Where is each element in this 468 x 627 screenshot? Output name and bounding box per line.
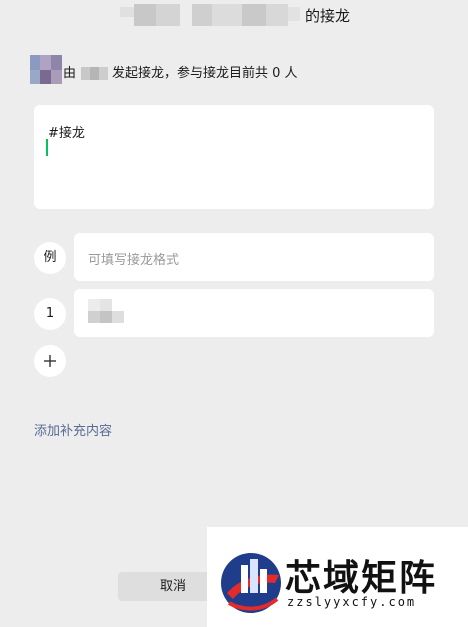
topic-editor[interactable]: #接龙 [34, 105, 434, 209]
blurred-entry-name [88, 299, 128, 329]
avatar-mosaic [30, 55, 62, 84]
entry-number-badge: 1 [34, 298, 66, 330]
add-entry-button[interactable] [34, 345, 66, 377]
entry-mosaic [88, 299, 124, 323]
text-cursor [46, 139, 48, 156]
watermark-title: 芯域矩阵 [285, 558, 438, 599]
add-supplement-link[interactable]: 添加补充内容 [34, 420, 112, 439]
pixelation-mosaic [120, 4, 300, 26]
watermark: 芯域矩阵 zzslyyxcfy.com [207, 527, 468, 627]
watermark-url: zzslyyxcfy.com [287, 595, 417, 609]
blurred-group-name [120, 4, 300, 26]
example-format-placeholder: 可填写接龙格式 [88, 253, 180, 268]
page-title-suffix: 的接龙 [305, 7, 351, 25]
name-mosaic [81, 67, 108, 80]
topic-text: #接龙 [48, 126, 85, 141]
initiator-summary: 发起接龙，参与接龙目前共 0 人 [112, 66, 298, 81]
plus-icon [44, 355, 56, 367]
initiator-info: 由 发起接龙，参与接龙目前共 0 人 [30, 55, 450, 85]
example-format-input[interactable]: 可填写接龙格式 [74, 233, 434, 281]
entry-input[interactable] [74, 289, 434, 337]
watermark-logo-icon [221, 553, 281, 613]
blurred-initiator-name [81, 65, 108, 80]
header: 的接龙 [0, 0, 468, 30]
avatar [30, 55, 62, 84]
initiator-prefix: 由 [63, 66, 77, 81]
example-badge: 例 [34, 242, 66, 274]
